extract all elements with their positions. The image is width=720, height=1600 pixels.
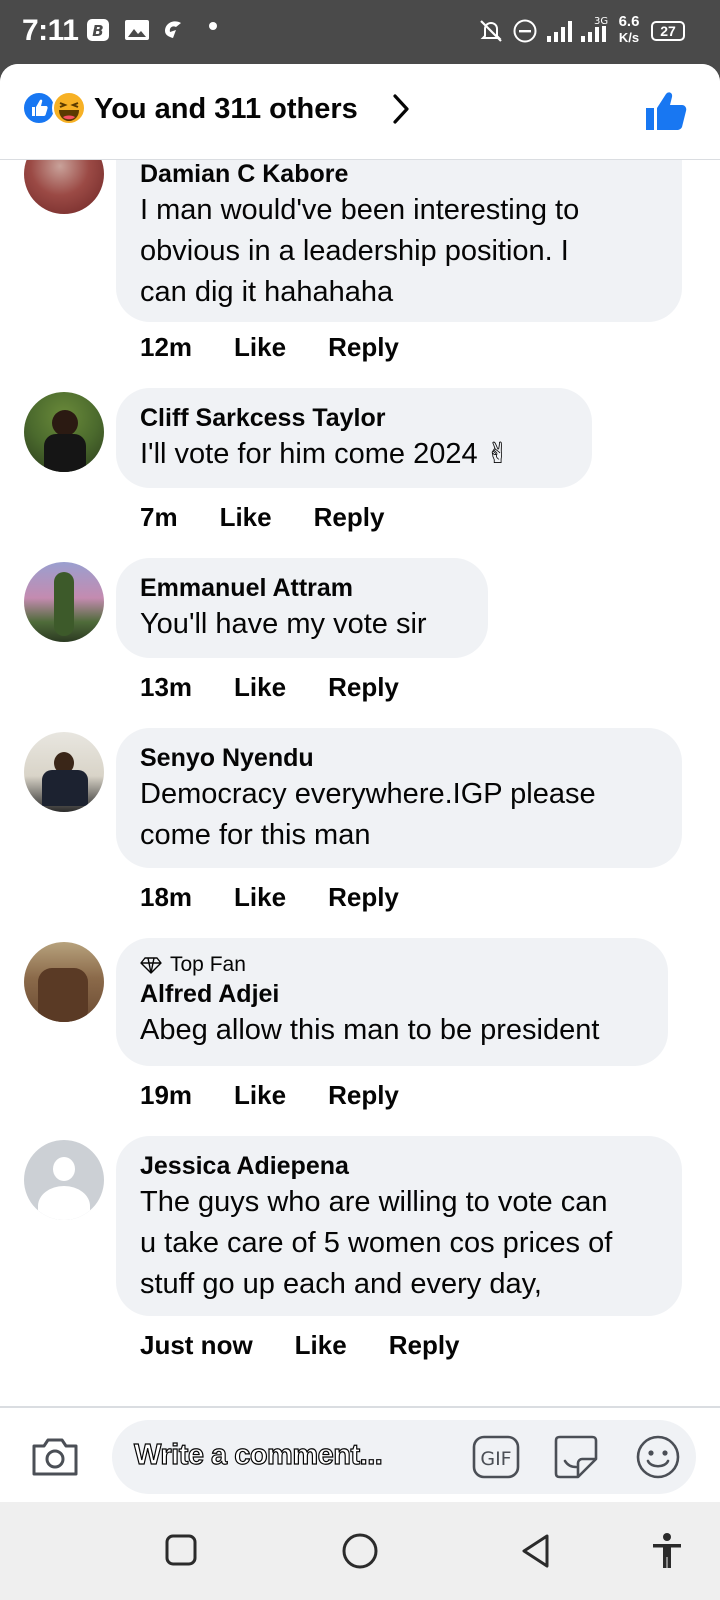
accessibility-icon[interactable] xyxy=(650,1532,684,1570)
status-bar: 7:11 B 3G 6.6 K/s 27 xyxy=(0,0,720,64)
svg-text:3G: 3G xyxy=(594,16,608,27)
comment-time: Just now xyxy=(140,1330,253,1360)
app-notification-icon xyxy=(165,21,181,38)
avatar[interactable] xyxy=(24,1140,104,1220)
mute-icon xyxy=(480,20,502,42)
chevron-right-icon[interactable] xyxy=(390,92,412,126)
comment-time: 12m xyxy=(140,332,193,362)
comment-input[interactable]: Write a comment... GIF xyxy=(112,1420,696,1494)
comment-actions: 18m Like Reply xyxy=(140,882,399,913)
system-nav-bar xyxy=(0,1502,720,1600)
comment-text-line: obvious in a leadership position. I xyxy=(140,235,569,267)
recents-icon[interactable] xyxy=(164,1533,198,1567)
home-icon[interactable] xyxy=(341,1532,379,1570)
comment-author[interactable]: Emmanuel Attram xyxy=(140,572,466,604)
comment-bubble[interactable]: Top Fan Alfred Adjei Abeg allow this man… xyxy=(116,938,668,1066)
avatar[interactable] xyxy=(24,160,104,214)
svg-text:B: B xyxy=(92,22,103,40)
comment-actions: 12m Like Reply xyxy=(140,332,399,363)
comments-sheet: You and 311 others Damian C Kabore I man… xyxy=(0,64,720,1502)
network-speed-value: 6.6 xyxy=(618,13,640,30)
comment-bubble[interactable]: Emmanuel Attram You'll have my vote sir xyxy=(116,558,488,658)
reactions-header[interactable]: You and 311 others xyxy=(0,64,720,160)
comment-author[interactable]: Alfred Adjei xyxy=(140,978,646,1010)
avatar[interactable] xyxy=(24,942,104,1022)
network-speed-unit: K/s xyxy=(618,30,640,45)
comment-bubble[interactable]: Damian C Kabore I man would've been inte… xyxy=(116,160,682,322)
back-icon[interactable] xyxy=(518,1532,554,1570)
comment-time: 18m xyxy=(140,882,193,912)
avatar[interactable] xyxy=(24,732,104,812)
reply-button[interactable]: Reply xyxy=(328,332,399,363)
sticker-icon[interactable] xyxy=(552,1433,600,1481)
camera-icon[interactable] xyxy=(30,1434,80,1478)
comment-bubble[interactable]: Cliff Sarkcess Taylor I'll vote for him … xyxy=(116,388,592,488)
notification-app-icon: B xyxy=(87,19,109,41)
reply-button[interactable]: Reply xyxy=(328,1080,399,1111)
emoji-icon[interactable] xyxy=(634,1433,682,1481)
haha-reaction-icon xyxy=(52,91,86,125)
comment-placeholder: Write a comment... xyxy=(133,1438,383,1471)
like-button[interactable]: Like xyxy=(234,1080,286,1111)
battery-level: 27 xyxy=(660,23,676,39)
reactions-summary[interactable]: You and 311 others xyxy=(94,93,358,126)
comment-text-line: u take care of 5 women cos prices of xyxy=(140,1227,613,1259)
reply-button[interactable]: Reply xyxy=(328,672,399,703)
comment-text-line: I'll vote for him come 2024 ✌ xyxy=(140,438,510,470)
dnd-icon xyxy=(513,19,537,43)
like-button[interactable]: Like xyxy=(234,882,286,913)
diamond-icon xyxy=(140,957,162,974)
comment-author[interactable]: Cliff Sarkcess Taylor xyxy=(140,402,570,434)
battery-indicator: 27 xyxy=(651,21,685,41)
reply-button[interactable]: Reply xyxy=(328,882,399,913)
comment-text-line: The guys who are willing to vote can xyxy=(140,1186,608,1218)
like-button[interactable]: Like xyxy=(295,1330,347,1361)
comment-text-line: can dig it hahahaha xyxy=(140,276,394,308)
svg-text:GIF: GIF xyxy=(480,1448,511,1470)
reaction-icons xyxy=(22,91,86,125)
like-button[interactable]: Like xyxy=(234,672,286,703)
comment-actions: 13m Like Reply xyxy=(140,672,399,703)
gallery-icon xyxy=(125,20,149,40)
comment-bubble[interactable]: Jessica Adiepena The guys who are willin… xyxy=(116,1136,682,1316)
more-notifications-dot xyxy=(209,22,217,30)
signal-icon-2: 3G xyxy=(581,16,608,42)
comment-text-line: come for this man xyxy=(140,819,371,851)
status-time: 7:11 xyxy=(22,14,79,47)
avatar[interactable] xyxy=(24,562,104,642)
comment-text-line: Abeg allow this man to be president xyxy=(140,1014,600,1046)
comment-actions: 7m Like Reply xyxy=(140,502,384,533)
thumbs-up-icon[interactable] xyxy=(644,90,688,132)
reply-button[interactable]: Reply xyxy=(389,1330,460,1361)
gif-icon[interactable]: GIF xyxy=(472,1434,520,1480)
comment-actions: 19m Like Reply xyxy=(140,1080,399,1111)
comment-author[interactable]: Senyo Nyendu xyxy=(140,742,660,774)
comment-time: 7m xyxy=(140,502,178,532)
comment-author[interactable]: Jessica Adiepena xyxy=(140,1150,660,1182)
comment-list[interactable]: Damian C Kabore I man would've been inte… xyxy=(0,160,720,1470)
signal-icon-1 xyxy=(547,21,572,42)
like-reaction-icon xyxy=(22,91,56,125)
reply-button[interactable]: Reply xyxy=(314,502,385,533)
network-speed: 6.6 K/s xyxy=(614,14,644,46)
avatar[interactable] xyxy=(24,392,104,472)
comment-time: 19m xyxy=(140,1080,193,1110)
comment-text-line: You'll have my vote sir xyxy=(140,608,427,640)
like-button[interactable]: Like xyxy=(220,502,272,533)
comment-author[interactable]: Damian C Kabore xyxy=(140,160,660,190)
comment-time: 13m xyxy=(140,672,193,702)
top-fan-badge: Top Fan xyxy=(140,952,646,978)
top-fan-label: Top Fan xyxy=(170,953,246,976)
comment-text-line: Democracy everywhere.IGP please xyxy=(140,778,596,810)
comment-bubble[interactable]: Senyo Nyendu Democracy everywhere.IGP pl… xyxy=(116,728,682,868)
like-button[interactable]: Like xyxy=(234,332,286,363)
comment-actions: Just now Like Reply xyxy=(140,1330,460,1361)
comment-text-line: I man would've been interesting to xyxy=(140,194,580,226)
comment-composer: Write a comment... GIF xyxy=(0,1406,720,1502)
comment-text-line: stuff go up each and every day, xyxy=(140,1268,542,1300)
